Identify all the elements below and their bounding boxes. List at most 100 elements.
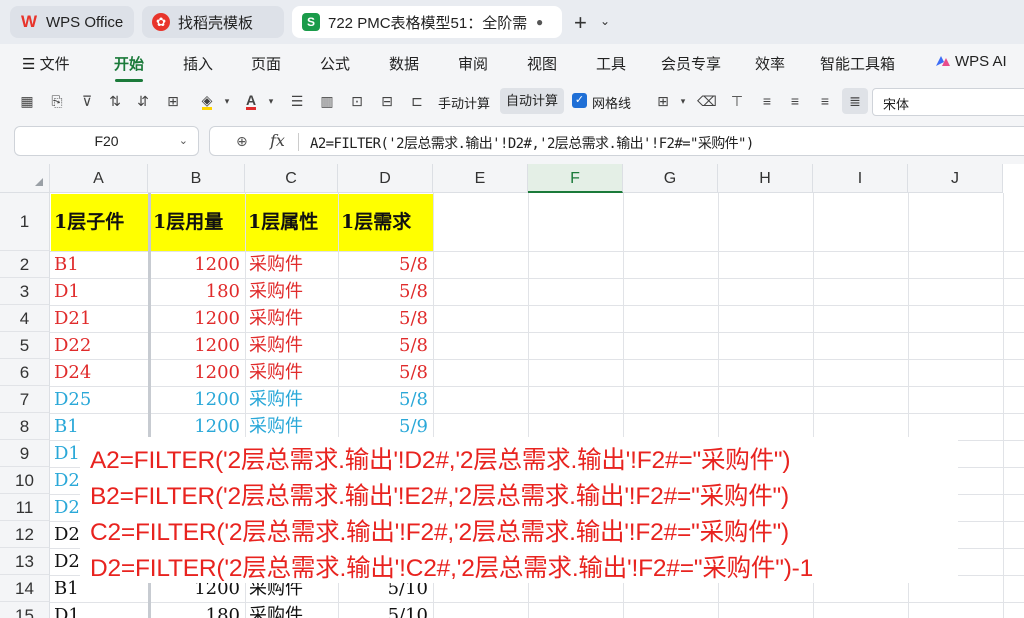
- chevron-down-icon[interactable]: ▾: [216, 90, 238, 112]
- cell-b8[interactable]: 1200: [151, 413, 245, 440]
- column-header-g[interactable]: G: [623, 164, 718, 193]
- cell-b15[interactable]: 180: [151, 602, 245, 618]
- cell-d2[interactable]: 5/8: [339, 251, 433, 278]
- row-header-14[interactable]: 14: [0, 575, 50, 602]
- align-center-icon[interactable]: ≡: [784, 90, 806, 112]
- align-left-icon[interactable]: ≡: [756, 90, 778, 112]
- menu-view[interactable]: 视图: [527, 53, 557, 74]
- column-header-i[interactable]: I: [813, 164, 908, 193]
- number-format-icon[interactable]: ▦: [16, 90, 38, 112]
- cell-a6[interactable]: D24: [51, 359, 148, 386]
- row-header-13[interactable]: 13: [0, 548, 50, 575]
- sort-desc-icon[interactable]: ⇵: [132, 90, 154, 112]
- cell-c2[interactable]: 采购件: [246, 251, 338, 278]
- cell-c7[interactable]: 采购件: [246, 386, 338, 413]
- cell-d5[interactable]: 5/8: [339, 332, 433, 359]
- sort-asc-icon[interactable]: ⇅: [104, 90, 126, 112]
- paste-special-icon[interactable]: ⎘: [46, 90, 68, 112]
- auto-calc-button[interactable]: 自动计算: [500, 88, 564, 114]
- function-icon[interactable]: fx: [270, 131, 285, 150]
- chevron-down-icon[interactable]: ▾: [260, 90, 282, 112]
- cell-a3[interactable]: D1: [51, 278, 148, 305]
- borders-icon[interactable]: ⊞: [162, 90, 184, 112]
- cell-a15[interactable]: D1: [51, 602, 148, 618]
- row-header-2[interactable]: 2: [0, 251, 50, 278]
- wrap-icon[interactable]: ⊡: [346, 90, 368, 112]
- cell-d4[interactable]: 5/8: [339, 305, 433, 332]
- gridlines-checkbox[interactable]: ✓: [572, 93, 587, 108]
- menu-insert[interactable]: 插入: [183, 53, 213, 74]
- manual-calc-button[interactable]: 手动计算: [438, 93, 490, 112]
- cell-c15[interactable]: 采购件: [246, 602, 338, 618]
- menu-smart-toolbox[interactable]: 智能工具箱: [820, 53, 895, 74]
- fill-down-icon[interactable]: ⊟: [376, 90, 398, 112]
- row-header-11[interactable]: 11: [0, 494, 50, 521]
- menu-home[interactable]: 开始: [114, 53, 144, 74]
- cell-c3[interactable]: 采购件: [246, 278, 338, 305]
- cell-a8[interactable]: B1: [51, 413, 148, 440]
- header-cell-d[interactable]: 1层需求: [339, 194, 433, 251]
- column-header-e[interactable]: E: [433, 164, 528, 193]
- align-list-icon[interactable]: ☰: [286, 90, 308, 112]
- cell-d3[interactable]: 5/8: [339, 278, 433, 305]
- cell-a2[interactable]: B1: [51, 251, 148, 278]
- cell-c4[interactable]: 采购件: [246, 305, 338, 332]
- cell-b2[interactable]: 1200: [151, 251, 245, 278]
- select-all-corner[interactable]: [0, 164, 50, 193]
- menu-tools[interactable]: 工具: [596, 53, 626, 74]
- new-tab-icon[interactable]: +: [574, 10, 587, 36]
- cell-c8[interactable]: 采购件: [246, 413, 338, 440]
- tab-document[interactable]: S 722 PMC表格模型51：全阶需求 ●: [292, 6, 562, 38]
- cell-a4[interactable]: D21: [51, 305, 148, 332]
- table-style-icon[interactable]: ⊞: [652, 90, 674, 112]
- menu-formula[interactable]: 公式: [320, 53, 350, 74]
- row-header-7[interactable]: 7: [0, 386, 50, 413]
- cell-d15[interactable]: 5/10: [339, 602, 433, 618]
- fill-color-icon[interactable]: ◈: [196, 90, 218, 112]
- name-box[interactable]: F20 ⌄: [14, 126, 199, 156]
- cell-a7[interactable]: D25: [51, 386, 148, 413]
- menu-page[interactable]: 页面: [251, 53, 281, 74]
- tab-wps-office[interactable]: W WPS Office: [10, 6, 134, 38]
- cell-b5[interactable]: 1200: [151, 332, 245, 359]
- row-header-5[interactable]: 5: [0, 332, 50, 359]
- freeze-panes-icon[interactable]: ▥: [316, 90, 338, 112]
- chevron-down-icon[interactable]: ⌄: [600, 14, 610, 28]
- zoom-icon[interactable]: ⊕: [236, 133, 248, 150]
- row-header-15[interactable]: 15: [0, 602, 50, 618]
- header-cell-b[interactable]: 1层用量: [151, 194, 245, 251]
- column-header-j[interactable]: J: [908, 164, 1003, 193]
- row-header-6[interactable]: 6: [0, 359, 50, 386]
- menu-review[interactable]: 审阅: [458, 53, 488, 74]
- column-header-a[interactable]: A: [50, 164, 148, 193]
- formula-input[interactable]: ⊕ fx A2=FILTER('2层总需求.输出'!D2#,'2层总需求.输出'…: [209, 126, 1024, 156]
- cell-d8[interactable]: 5/9: [339, 413, 433, 440]
- chevron-down-icon[interactable]: ⌄: [179, 127, 188, 155]
- row-header-4[interactable]: 4: [0, 305, 50, 332]
- column-header-c[interactable]: C: [245, 164, 338, 193]
- row-header-1[interactable]: 1: [0, 193, 50, 251]
- row-header-3[interactable]: 3: [0, 278, 50, 305]
- header-cell-c[interactable]: 1层属性: [246, 194, 338, 251]
- font-color-icon[interactable]: A: [240, 90, 262, 112]
- font-name-select[interactable]: 宋体: [872, 88, 1024, 116]
- cell-a5[interactable]: D22: [51, 332, 148, 359]
- column-header-h[interactable]: H: [718, 164, 813, 193]
- clear-format-icon[interactable]: ⌫: [696, 90, 718, 112]
- cell-c5[interactable]: 采购件: [246, 332, 338, 359]
- tab-template-store[interactable]: ✿ 找稻壳模板: [142, 6, 284, 38]
- cell-d7[interactable]: 5/8: [339, 386, 433, 413]
- cell-c6[interactable]: 采购件: [246, 359, 338, 386]
- cell-b7[interactable]: 1200: [151, 386, 245, 413]
- row-header-9[interactable]: 9: [0, 440, 50, 467]
- header-cell-a[interactable]: 1层子件: [51, 194, 148, 251]
- menu-efficiency[interactable]: 效率: [755, 53, 785, 74]
- row-header-8[interactable]: 8: [0, 413, 50, 440]
- column-header-d[interactable]: D: [338, 164, 433, 193]
- align-right-icon[interactable]: ≡: [814, 90, 836, 112]
- row-header-12[interactable]: 12: [0, 521, 50, 548]
- menu-file[interactable]: ☰ 文件: [22, 53, 70, 74]
- cell-d6[interactable]: 5/8: [339, 359, 433, 386]
- cell-b3[interactable]: 180: [151, 278, 245, 305]
- chevron-down-icon[interactable]: ▾: [672, 90, 694, 112]
